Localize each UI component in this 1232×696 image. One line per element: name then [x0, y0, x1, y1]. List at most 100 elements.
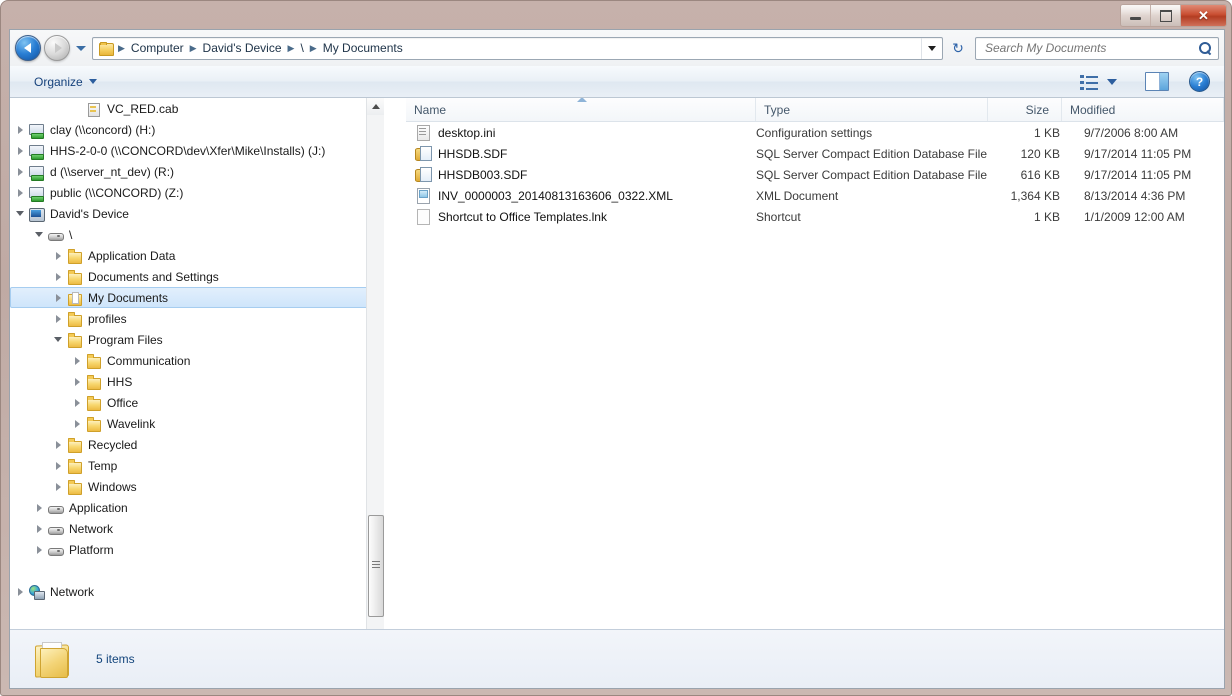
tree-item-network[interactable]: Network: [10, 518, 384, 539]
breadcrumb-root[interactable]: \: [296, 39, 307, 57]
preview-pane-button[interactable]: [1145, 72, 1169, 91]
column-header-type[interactable]: Type: [756, 98, 988, 121]
breadcrumb-separator-icon[interactable]: ▶: [116, 43, 127, 54]
tree-item-network[interactable]: Network: [10, 581, 384, 602]
tree-item-hhs-2-0-0-concord-dev-xfer-mike-installs-j[interactable]: HHS-2-0-0 (\\CONCORD\dev\Xfer\Mike\Insta…: [10, 140, 384, 161]
tree-item-temp[interactable]: Temp: [10, 455, 384, 476]
close-button[interactable]: ✕: [1181, 5, 1226, 26]
forward-button[interactable]: [44, 35, 70, 61]
pane-splitter[interactable]: [384, 98, 407, 662]
tree-item-windows[interactable]: Windows: [10, 476, 384, 497]
tree-expand-toggle-icon[interactable]: [52, 438, 66, 452]
file-list-row[interactable]: HHSDB.SDF SQL Server Compact Edition Data…: [406, 143, 1224, 164]
navigation-tree-pane[interactable]: VC_RED.cab clay (\\concord) (H:) HHS-2-0-0…: [10, 98, 384, 662]
tree-expand-toggle-icon[interactable]: [33, 543, 47, 557]
minimize-button[interactable]: [1121, 5, 1151, 26]
address-bar: ▶ Computer ▶ David's Device ▶ \ ▶ My Doc…: [10, 30, 1224, 66]
tree-item-wavelink[interactable]: Wavelink: [10, 413, 384, 434]
tree-expand-toggle-icon[interactable]: [52, 312, 66, 326]
maximize-icon: [1159, 9, 1172, 22]
documents-folder-icon: [66, 290, 83, 306]
tree-vertical-scrollbar[interactable]: [366, 98, 384, 662]
tree-collapse-toggle-icon[interactable]: [33, 228, 47, 242]
chevron-down-icon: [928, 45, 936, 51]
breadcrumb-separator-icon[interactable]: ▶: [188, 43, 199, 54]
tree-item-label: HHS: [107, 374, 133, 389]
recent-locations-chevron-down-icon[interactable]: [76, 45, 86, 51]
tree-expand-toggle-icon[interactable]: [71, 417, 85, 431]
tree-item-office[interactable]: Office: [10, 392, 384, 413]
tree-expand-toggle-icon[interactable]: [52, 270, 66, 284]
tree-item-application-data[interactable]: Application Data: [10, 245, 384, 266]
tree-expand-toggle-icon[interactable]: [14, 186, 28, 200]
breadcrumb-computer[interactable]: Computer: [127, 39, 188, 57]
file-list-row[interactable]: Shortcut to Office Templates.lnk Shortcut…: [406, 206, 1224, 227]
tree-expand-toggle-icon[interactable]: [52, 249, 66, 263]
search-box[interactable]: [975, 36, 1219, 60]
arrow-right-icon: [54, 43, 62, 53]
tree-item-david-s-device[interactable]: David's Device: [10, 203, 384, 224]
tree-item-[interactable]: \: [10, 224, 384, 245]
tree-expand-toggle-icon[interactable]: [14, 123, 28, 137]
column-header-name[interactable]: Name: [406, 98, 756, 121]
column-header-size[interactable]: Size: [988, 98, 1062, 121]
file-list-row[interactable]: HHSDB003.SDF SQL Server Compact Edition D…: [406, 164, 1224, 185]
tree-expand-toggle-icon[interactable]: [71, 396, 85, 410]
tree-item-public-concord-z[interactable]: public (\\CONCORD) (Z:): [10, 182, 384, 203]
tree-item-clay-concord-h[interactable]: clay (\\concord) (H:): [10, 119, 384, 140]
tree-item-hhs[interactable]: HHS: [10, 371, 384, 392]
file-name-label: Shortcut to Office Templates.lnk: [438, 209, 607, 224]
breadcrumb-my-documents[interactable]: My Documents: [319, 39, 407, 57]
scroll-up-button[interactable]: [367, 98, 384, 115]
tree-item-platform[interactable]: Platform: [10, 539, 384, 560]
main-content-area: VC_RED.cab clay (\\concord) (H:) HHS-2-0-0…: [10, 98, 1224, 662]
tree-item-vc-red-cab[interactable]: VC_RED.cab: [10, 98, 384, 119]
file-list-row[interactable]: INV_0000003_20140813163606_0322.XML XML D…: [406, 185, 1224, 206]
maximize-button[interactable]: [1151, 5, 1181, 26]
search-input[interactable]: [983, 40, 1198, 56]
removable-drive-icon: [47, 500, 64, 516]
tree-expand-toggle-icon[interactable]: [71, 375, 85, 389]
xml-file-icon: [415, 187, 431, 204]
tree-expand-toggle-icon[interactable]: [14, 144, 28, 158]
tree-item-application[interactable]: Application: [10, 497, 384, 518]
help-icon: ?: [1195, 74, 1204, 89]
file-name-cell: INV_0000003_20140813163606_0322.XML: [406, 187, 756, 204]
column-header-modified[interactable]: Modified: [1062, 98, 1224, 121]
change-view-button[interactable]: [1076, 72, 1121, 92]
chevron-down-icon[interactable]: [1107, 78, 1117, 85]
address-breadcrumb-bar[interactable]: ▶ Computer ▶ David's Device ▶ \ ▶ My Doc…: [92, 36, 943, 60]
organize-button[interactable]: Organize: [28, 72, 103, 92]
file-list-row[interactable]: desktop.ini Configuration settings 1 KB 9/7…: [406, 122, 1224, 143]
breadcrumb-separator-icon[interactable]: ▶: [286, 43, 297, 54]
item-count-label: 5 items: [96, 652, 135, 666]
address-dropdown-button[interactable]: [921, 37, 942, 59]
scrollbar-thumb[interactable]: [368, 515, 384, 617]
tree-collapse-toggle-icon[interactable]: [14, 207, 28, 221]
tree-item-d-server-nt-dev-r[interactable]: d (\\server_nt_dev) (R:): [10, 161, 384, 182]
tree-item-communication[interactable]: Communication: [10, 350, 384, 371]
tree-expand-toggle-icon[interactable]: [33, 522, 47, 536]
tree-item-documents-and-settings[interactable]: Documents and Settings: [10, 266, 384, 287]
back-button[interactable]: [15, 35, 41, 61]
tree-item-profiles[interactable]: profiles: [10, 308, 384, 329]
tree-item-my-documents[interactable]: My Documents: [10, 287, 383, 308]
tree-item-recycled[interactable]: Recycled: [10, 434, 384, 455]
tree-expand-toggle-icon[interactable]: [33, 501, 47, 515]
tree-expand-toggle-icon[interactable]: [14, 585, 28, 599]
file-name-cell: desktop.ini: [406, 124, 756, 141]
breadcrumb-davids-device[interactable]: David's Device: [199, 39, 286, 57]
tree-expand-toggle-icon[interactable]: [52, 291, 66, 305]
tree-expand-toggle-icon[interactable]: [52, 459, 66, 473]
tree-expand-toggle-icon[interactable]: [14, 165, 28, 179]
tree-expand-toggle-icon[interactable]: [52, 480, 66, 494]
breadcrumb-separator-icon[interactable]: ▶: [308, 43, 319, 54]
refresh-button[interactable]: ↻: [946, 36, 970, 61]
tree-expand-toggle-icon[interactable]: [71, 354, 85, 368]
file-list-pane[interactable]: Name Type Size Modified desktop.ini Configur…: [406, 98, 1224, 662]
file-name-cell: HHSDB003.SDF: [406, 166, 756, 183]
tree-item-label: Wavelink: [107, 416, 156, 431]
help-button[interactable]: ?: [1189, 71, 1210, 92]
tree-collapse-toggle-icon[interactable]: [52, 333, 66, 347]
tree-item-program-files[interactable]: Program Files: [10, 329, 384, 350]
